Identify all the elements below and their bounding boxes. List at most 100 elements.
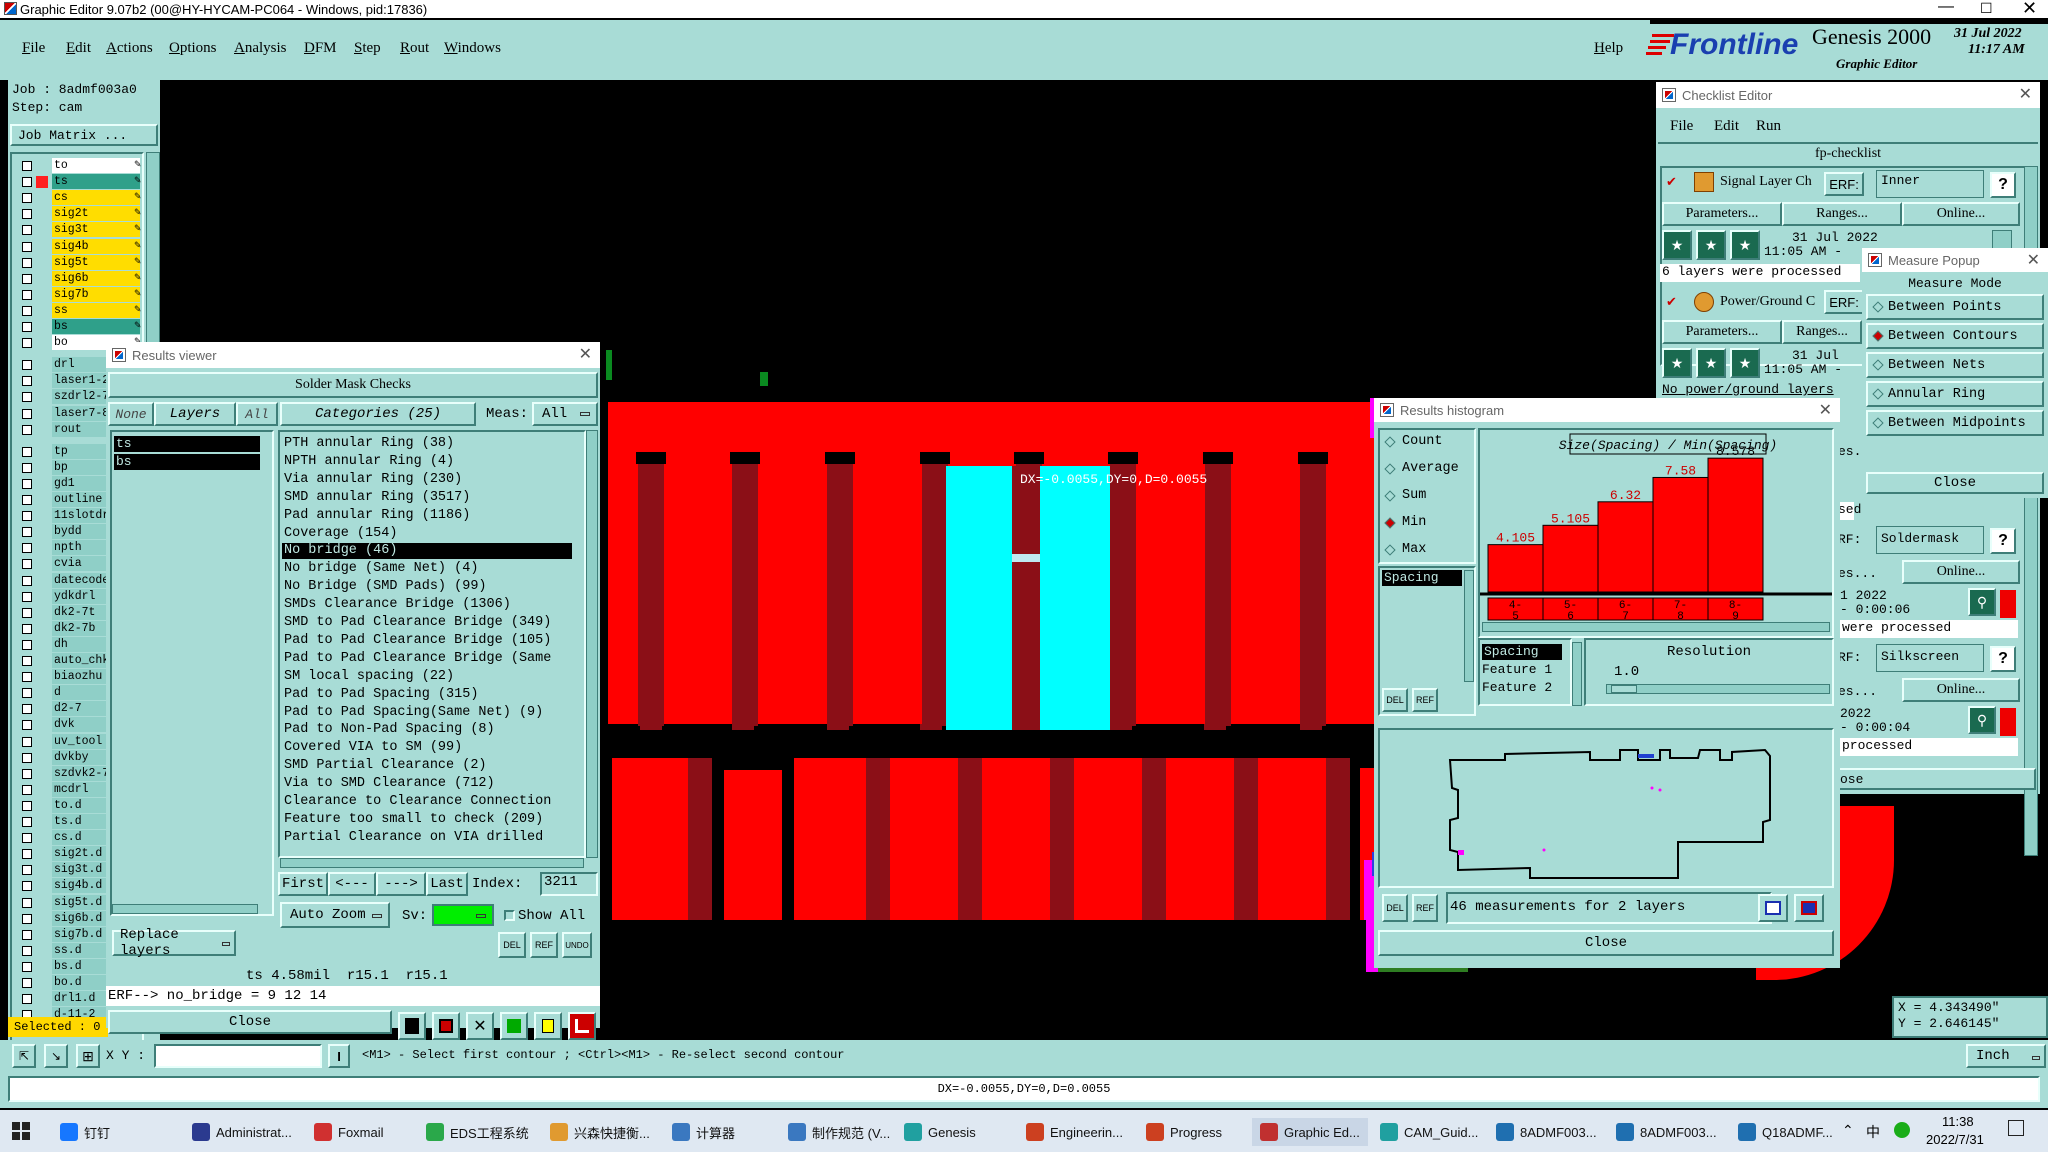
layer-checkbox[interactable] bbox=[22, 768, 32, 779]
taskbar-item[interactable]: Progress bbox=[1146, 1118, 1222, 1146]
zoom-icon[interactable]: ⚲ bbox=[1968, 706, 1996, 734]
tray-up-icon[interactable]: ⌃ bbox=[1842, 1122, 1854, 1139]
taskbar-item[interactable]: 钉钉 bbox=[60, 1118, 110, 1146]
meas-dropdown[interactable]: All bbox=[532, 402, 598, 426]
histogram-bar[interactable] bbox=[1487, 544, 1544, 593]
layer-checkbox[interactable] bbox=[22, 784, 32, 795]
taskbar-item[interactable]: Q18ADMF... bbox=[1738, 1118, 1833, 1146]
taskbar-item[interactable]: Administrat... bbox=[192, 1118, 292, 1146]
replace-layers-dropdown[interactable]: Replace layers bbox=[112, 927, 236, 959]
check-enabled-checkbox[interactable]: ✔ bbox=[1666, 294, 1677, 310]
layer-checkbox[interactable] bbox=[22, 817, 32, 827]
prev-button[interactable]: <--- bbox=[328, 872, 376, 896]
layer-checkbox[interactable] bbox=[22, 177, 32, 188]
layer-checkbox[interactable] bbox=[22, 193, 32, 204]
category-item[interactable]: Partial Clearance on VIA drilled bbox=[282, 830, 572, 846]
menu-actions[interactable]: Actions bbox=[106, 40, 153, 57]
checklist-menu-run[interactable]: Run bbox=[1756, 118, 1781, 135]
category-item[interactable]: Feature too small to check (209) bbox=[282, 812, 572, 828]
ime-indicator[interactable]: 中 bbox=[1866, 1122, 1880, 1142]
histogram-bar[interactable] bbox=[1652, 476, 1709, 593]
category-item[interactable]: Pad to Pad Spacing(Same Net) (9) bbox=[282, 705, 572, 721]
layer-checkbox[interactable] bbox=[22, 273, 32, 284]
stat-option[interactable]: Min bbox=[1384, 515, 1426, 530]
category-item[interactable]: Pad annular Ring (1186) bbox=[282, 508, 572, 524]
ranges-button[interactable]: Ranges... bbox=[1782, 202, 1902, 226]
wechat-tray-icon[interactable] bbox=[1894, 1122, 1910, 1138]
layer-checkbox[interactable] bbox=[22, 978, 32, 988]
online-button[interactable]: Online... bbox=[1902, 560, 2020, 584]
index-input[interactable]: 3211 bbox=[540, 872, 598, 896]
layer-checkbox[interactable] bbox=[22, 720, 32, 731]
online-button[interactable]: Online... bbox=[1902, 202, 2020, 226]
category-item[interactable]: No bridge (46) bbox=[282, 543, 572, 560]
taskbar-item[interactable]: 制作规范 (V... bbox=[788, 1118, 890, 1146]
layer-checkbox[interactable] bbox=[22, 289, 32, 300]
layer-checkbox[interactable] bbox=[22, 446, 32, 457]
categories-scrollbar[interactable] bbox=[586, 430, 598, 858]
layer-checkbox[interactable] bbox=[22, 800, 32, 811]
scrollbar[interactable] bbox=[112, 904, 258, 914]
layer-checkbox[interactable] bbox=[22, 591, 32, 602]
layer-checkbox[interactable] bbox=[22, 408, 32, 419]
category-item[interactable]: No bridge (Same Net) (4) bbox=[282, 561, 572, 577]
taskbar-item[interactable]: 兴森快捷衡... bbox=[550, 1118, 650, 1146]
histogram-icon[interactable] bbox=[568, 1012, 596, 1040]
tool-icon-3[interactable]: ✕ bbox=[466, 1012, 494, 1040]
category-item[interactable]: Via annular Ring (230) bbox=[282, 472, 572, 488]
layer-checkbox[interactable] bbox=[22, 338, 32, 349]
layer-checkbox[interactable] bbox=[22, 607, 32, 618]
category-item[interactable]: Pad to Non-Pad Spacing (8) bbox=[282, 722, 572, 738]
layer-checkbox[interactable] bbox=[22, 478, 32, 489]
all-layers-button[interactable]: All bbox=[236, 402, 278, 426]
measure-mode-option[interactable]: Between Nets bbox=[1866, 352, 2044, 378]
run-icon[interactable]: ★ bbox=[1730, 230, 1760, 260]
menu-edit[interactable]: Edit bbox=[66, 40, 91, 57]
ref-icon[interactable]: REF bbox=[1412, 894, 1438, 922]
layer-checkbox[interactable] bbox=[22, 833, 32, 844]
erf-value-field[interactable]: Soldermask bbox=[1876, 526, 1984, 554]
results-viewer-close-button[interactable]: Close bbox=[108, 1010, 392, 1034]
layer-checkbox[interactable] bbox=[22, 257, 32, 268]
info-icon[interactable]: I bbox=[328, 1044, 350, 1068]
erf-value-field[interactable]: Silkscreen bbox=[1876, 644, 1984, 672]
layer-checkbox[interactable] bbox=[22, 495, 32, 505]
layer-checkbox[interactable] bbox=[22, 559, 32, 570]
run-icon[interactable]: ★ bbox=[1696, 230, 1726, 260]
category-item[interactable]: Pad to Pad Spacing (315) bbox=[282, 687, 572, 703]
category-item[interactable]: SMD to Pad Clearance Bridge (349) bbox=[282, 615, 572, 631]
layer-checkbox[interactable] bbox=[22, 994, 32, 1005]
layer-checkbox[interactable] bbox=[22, 945, 32, 956]
menu-help[interactable]: Help bbox=[1594, 40, 1623, 57]
measure-close-button[interactable]: Close bbox=[1866, 472, 2044, 494]
tool-icon-5[interactable] bbox=[534, 1012, 562, 1040]
layer-checkbox[interactable] bbox=[22, 209, 32, 220]
stat-option[interactable]: Sum bbox=[1384, 488, 1426, 503]
tool-icon-2[interactable] bbox=[432, 1012, 460, 1040]
layer-checkbox[interactable] bbox=[22, 527, 32, 538]
next-button[interactable]: ---> bbox=[376, 872, 426, 896]
windows-start-icon[interactable] bbox=[12, 1122, 30, 1140]
resolution-slider[interactable] bbox=[1606, 684, 1830, 694]
none-button[interactable]: None bbox=[108, 402, 154, 426]
undo-icon[interactable]: UNDO bbox=[562, 932, 592, 958]
notification-icon[interactable] bbox=[2008, 1120, 2024, 1136]
layer-checkbox[interactable] bbox=[22, 913, 32, 924]
category-item[interactable]: PTH annular Ring (38) bbox=[282, 436, 572, 452]
layer-checkbox[interactable] bbox=[22, 161, 32, 171]
layer-checkbox[interactable] bbox=[22, 672, 32, 683]
checklist-menu-file[interactable]: File bbox=[1670, 118, 1693, 135]
run-icon[interactable]: ★ bbox=[1662, 348, 1692, 378]
menu-options[interactable]: Options bbox=[169, 40, 217, 57]
close-icon[interactable]: ✕ bbox=[2019, 84, 2032, 104]
measure-mode-option[interactable]: Between Points bbox=[1866, 294, 2044, 320]
layer-checkbox[interactable] bbox=[22, 639, 32, 650]
close-icon[interactable]: ✕ bbox=[1819, 400, 1832, 420]
category-item[interactable]: Pad to Pad Clearance Bridge (Same bbox=[282, 651, 572, 667]
parameters-button[interactable]: Parameters... bbox=[1662, 320, 1782, 344]
menu-analysis[interactable]: Analysis bbox=[234, 40, 287, 57]
histogram-close-button[interactable]: Close bbox=[1378, 930, 1834, 956]
menu-step[interactable]: Step bbox=[354, 40, 381, 57]
layer-checkbox[interactable] bbox=[22, 623, 32, 634]
first-button[interactable]: First bbox=[278, 872, 328, 896]
